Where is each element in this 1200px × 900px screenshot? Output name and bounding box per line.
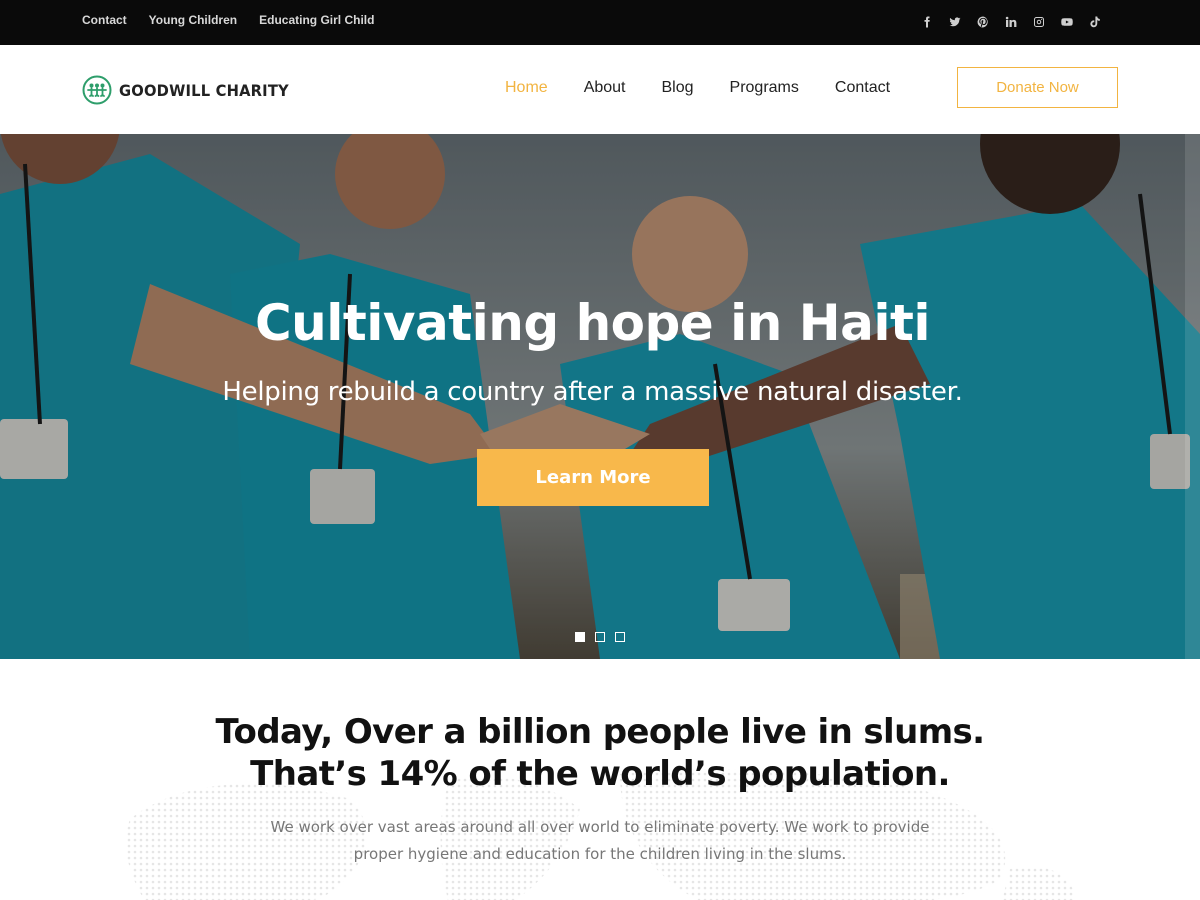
- pinterest-icon[interactable]: [976, 15, 990, 29]
- instagram-icon[interactable]: [1032, 15, 1046, 29]
- hero-title: Cultivating hope in Haiti: [254, 294, 931, 352]
- topbar-links: Contact Young Children Educating Girl Ch…: [82, 13, 374, 27]
- stats-heading-line-1: Today, Over a billion people live in slu…: [215, 712, 985, 752]
- top-bar: Contact Young Children Educating Girl Ch…: [0, 0, 1200, 45]
- topbar-link-young-children[interactable]: Young Children: [149, 13, 237, 27]
- logo-text: GOODWILL CHARITY: [119, 80, 289, 100]
- nav-home[interactable]: Home: [505, 79, 548, 97]
- stats-description: We work over vast areas around all over …: [250, 814, 950, 868]
- nav-contact[interactable]: Contact: [835, 79, 890, 97]
- hero-subtitle: Helping rebuild a country after a massiv…: [222, 377, 963, 407]
- nav-programs[interactable]: Programs: [730, 79, 799, 97]
- slider-dot-1[interactable]: [575, 632, 585, 642]
- facebook-icon[interactable]: [920, 15, 934, 29]
- site-header: GOODWILL CHARITY Home About Blog Program…: [0, 45, 1200, 134]
- hero-edge: [1185, 134, 1200, 659]
- hero-slider: Cultivating hope in Haiti Helping rebuil…: [0, 134, 1200, 659]
- stats-heading: Today, Over a billion people live in slu…: [0, 711, 1200, 795]
- nav-about[interactable]: About: [584, 79, 626, 97]
- donate-now-button[interactable]: Donate Now: [957, 67, 1118, 108]
- stats-section: Today, Over a billion people live in slu…: [0, 659, 1200, 900]
- linkedin-icon[interactable]: [1004, 15, 1018, 29]
- slider-dot-2[interactable]: [595, 632, 605, 642]
- nav-blog[interactable]: Blog: [662, 79, 694, 97]
- tiktok-icon[interactable]: [1088, 15, 1102, 29]
- learn-more-button[interactable]: Learn More: [477, 449, 709, 506]
- slider-dots: [575, 632, 625, 642]
- topbar-link-contact[interactable]: Contact: [82, 13, 127, 27]
- main-nav: Home About Blog Programs Contact: [505, 79, 890, 97]
- social-links: [920, 15, 1102, 29]
- topbar-link-educating-girl-child[interactable]: Educating Girl Child: [259, 13, 374, 27]
- logo-icon: [82, 75, 112, 105]
- site-logo[interactable]: GOODWILL CHARITY: [82, 75, 304, 105]
- stats-heading-line-2: That’s 14% of the world’s population.: [250, 754, 950, 794]
- stats-description-line-2: proper hygiene and education for the chi…: [353, 845, 847, 863]
- stats-description-line-1: We work over vast areas around all over …: [270, 818, 930, 836]
- twitter-icon[interactable]: [948, 15, 962, 29]
- slider-dot-3[interactable]: [615, 632, 625, 642]
- youtube-icon[interactable]: [1060, 15, 1074, 29]
